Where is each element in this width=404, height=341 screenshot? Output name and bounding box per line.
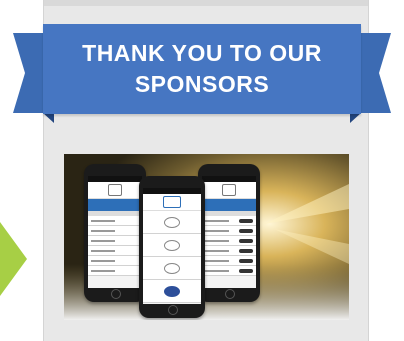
app-logo-icon: [163, 196, 181, 208]
next-arrow-icon[interactable]: [0, 222, 27, 296]
phone-center: [139, 176, 205, 318]
sponsor-image[interactable]: [64, 154, 349, 320]
brand-emblem-icon: [164, 216, 180, 228]
phone-right: [198, 164, 260, 302]
phone-left: [84, 164, 146, 302]
home-button-icon: [111, 289, 121, 299]
brand-emblem-icon: [164, 262, 180, 274]
phone-center-screen: [143, 188, 201, 304]
car-logo-icon: [222, 184, 236, 196]
card-top-strip: [44, 0, 368, 6]
home-button-icon: [225, 289, 235, 299]
brand-emblem-icon: [164, 239, 180, 251]
banner-title: THANK YOU TO OUR SPONSORS: [82, 40, 322, 97]
sponsor-banner: THANK YOU TO OUR SPONSORS: [43, 24, 361, 114]
brand-emblem-icon: [164, 285, 180, 297]
phone-right-screen: [202, 176, 256, 288]
home-button-icon: [168, 305, 178, 315]
phone-left-screen: [88, 176, 142, 288]
car-logo-icon: [108, 184, 122, 196]
